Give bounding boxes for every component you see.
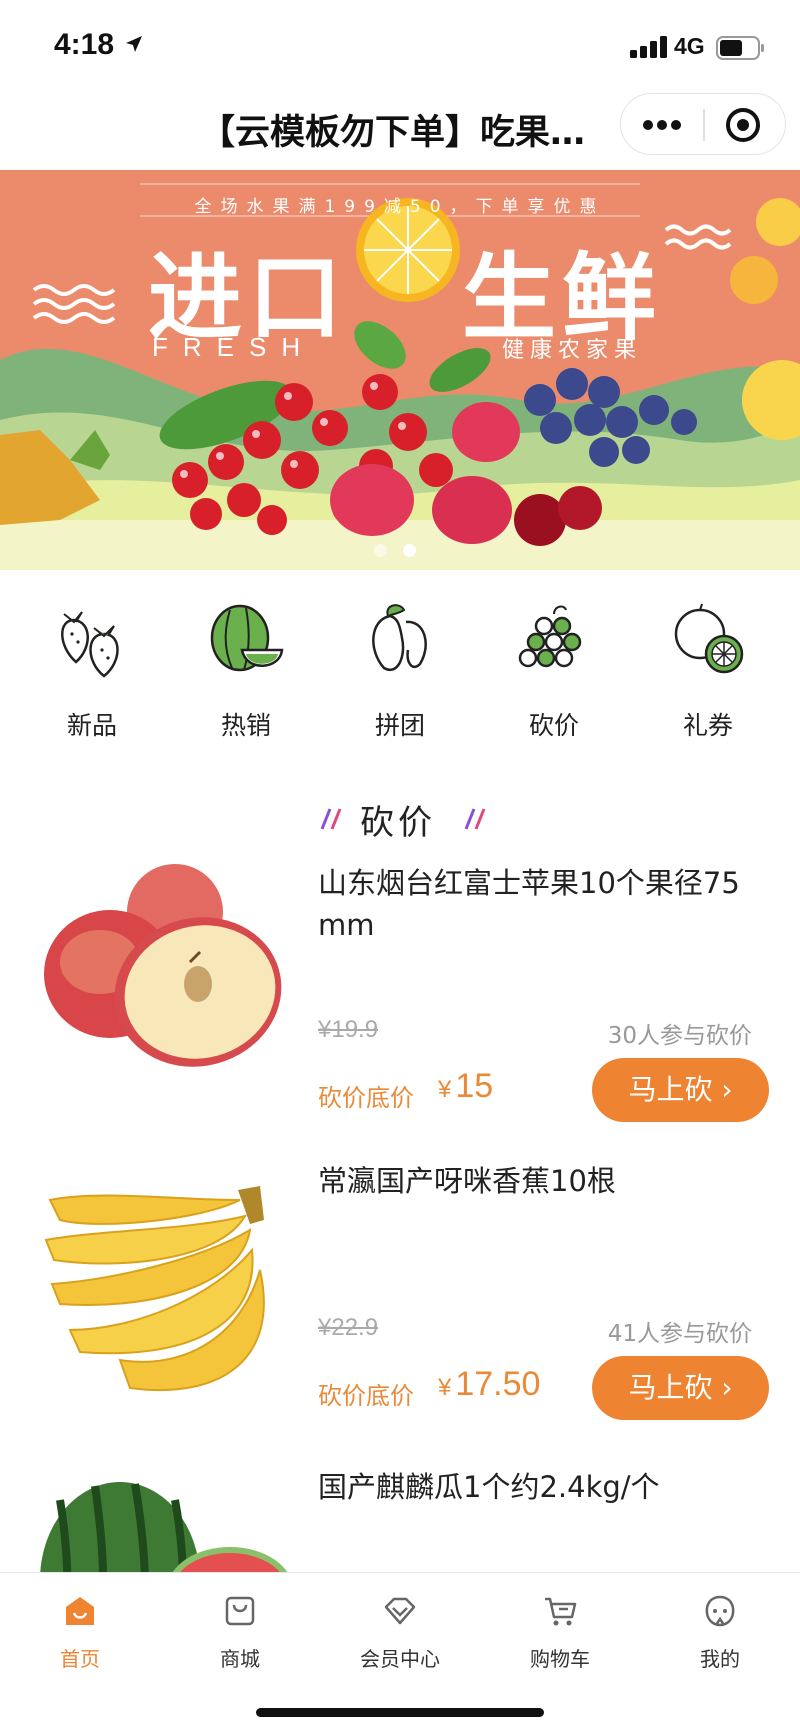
currency-symbol: ¥ (438, 1076, 452, 1103)
watermelon-icon (210, 604, 284, 672)
navigation-bar: 【云模板勿下单】吃果… (0, 90, 800, 170)
product-card[interactable]: 山东烟台红富士苹果10个果径75mm ¥19.9 30人参与砍价 砍价底价 ¥1… (0, 862, 800, 1158)
banner-subtitle-en: FRESH (152, 332, 316, 362)
shopping-bag-icon (225, 1596, 255, 1626)
price-value: 15 (455, 1067, 494, 1105)
product-name: 常瀛国产呀咪香蕉10根 (318, 1164, 616, 1198)
promo-banner[interactable]: 全场水果满199减50，下单享优惠 进口 生鲜 FRESH 健康农家果 (0, 170, 800, 570)
participants-count: 41人参与砍价 (607, 1321, 752, 1347)
category-item-new[interactable]: 新品 (15, 600, 169, 750)
tab-label: 购物车 (530, 1647, 590, 1671)
battery-icon (716, 36, 764, 60)
status-bar: 4:18 4G (0, 0, 800, 90)
section-title: 砍价 (360, 803, 436, 843)
tab-label: 首页 (60, 1647, 100, 1671)
category-item-bargain[interactable]: 砍价 (477, 600, 631, 750)
status-time: 4:18 (54, 28, 115, 61)
tab-home[interactable]: 首页 (0, 1583, 160, 1683)
category-label: 热销 (220, 711, 271, 740)
carousel-dot[interactable] (374, 544, 387, 557)
orange-lemon-icon (674, 603, 744, 674)
original-price: ¥19.9 (318, 1016, 379, 1043)
tab-member[interactable]: 会员中心 (320, 1583, 480, 1683)
banana-image (44, 1186, 265, 1392)
home-indicator (256, 1708, 544, 1717)
apple-image (44, 864, 282, 1067)
decorative-slash-icon (320, 808, 342, 830)
category-label: 新品 (66, 711, 117, 740)
banner-promo-text: 全场水果满199减50，下单享优惠 (194, 197, 606, 217)
category-item-group[interactable]: 拼团 (323, 600, 477, 750)
product-card[interactable]: 国产麒麟瓜1个约2.4kg/个 (0, 1458, 800, 1572)
signal-icon (630, 36, 667, 58)
tab-profile[interactable]: 我的 (640, 1583, 800, 1683)
close-button[interactable] (705, 94, 785, 154)
product-name: 山东烟台红富士苹果10个果径75mm (318, 866, 740, 942)
page-title: 【云模板勿下单】吃果… (200, 113, 586, 153)
tab-label: 商城 (220, 1647, 260, 1671)
strawberry-icon (61, 611, 119, 678)
product-card[interactable]: 常瀛国产呀咪香蕉10根 ¥22.9 41人参与砍价 砍价底价 ¥17.50 马上… (0, 1160, 800, 1456)
more-button[interactable] (621, 94, 703, 154)
bargain-price: ¥17.50 (438, 1365, 540, 1404)
price-value: 17.50 (455, 1365, 541, 1403)
bargain-button[interactable]: 马上砍 › (592, 1058, 769, 1122)
tab-label: 我的 (700, 1647, 740, 1671)
price-label: 砍价底价 (318, 1084, 414, 1112)
watermelon-image (40, 1482, 288, 1572)
tab-cart[interactable]: 购物车 (480, 1583, 640, 1683)
original-price: ¥22.9 (318, 1314, 379, 1341)
carousel-dots (374, 542, 432, 561)
banner-subtitle-cn: 健康农家果 (502, 338, 643, 363)
miniprogram-capsule (620, 93, 786, 155)
tab-mall[interactable]: 商城 (160, 1583, 320, 1683)
home-icon (66, 1597, 94, 1625)
category-label: 砍价 (528, 711, 579, 740)
cart-icon (545, 1597, 577, 1626)
price-label: 砍价底价 (318, 1382, 414, 1410)
network-type: 4G (674, 33, 705, 59)
mango-icon (372, 604, 427, 671)
location-arrow-icon (126, 36, 142, 52)
target-close-icon (726, 108, 760, 142)
participants-count: 30人参与砍价 (607, 1023, 752, 1049)
currency-symbol: ¥ (438, 1374, 452, 1401)
banner-artwork (0, 170, 800, 570)
bargain-price: ¥15 (438, 1067, 493, 1106)
decorative-slash-icon (464, 808, 486, 830)
tab-label: 会员中心 (360, 1647, 440, 1671)
category-label: 拼团 (374, 711, 425, 740)
product-name: 国产麒麟瓜1个约2.4kg/个 (318, 1470, 660, 1504)
category-label: 礼券 (682, 711, 733, 740)
carousel-dot-active[interactable] (403, 544, 416, 557)
bargain-button[interactable]: 马上砍 › (592, 1356, 769, 1420)
user-icon (705, 1595, 735, 1627)
category-grid: 新品 热销 拼团 砍价 礼券 (0, 600, 800, 750)
grapes-icon (518, 605, 582, 668)
category-item-coupon[interactable]: 礼券 (631, 600, 785, 750)
category-item-hot[interactable]: 热销 (169, 600, 323, 750)
section-header: 砍价 (0, 795, 800, 845)
diamond-icon (384, 1597, 416, 1625)
